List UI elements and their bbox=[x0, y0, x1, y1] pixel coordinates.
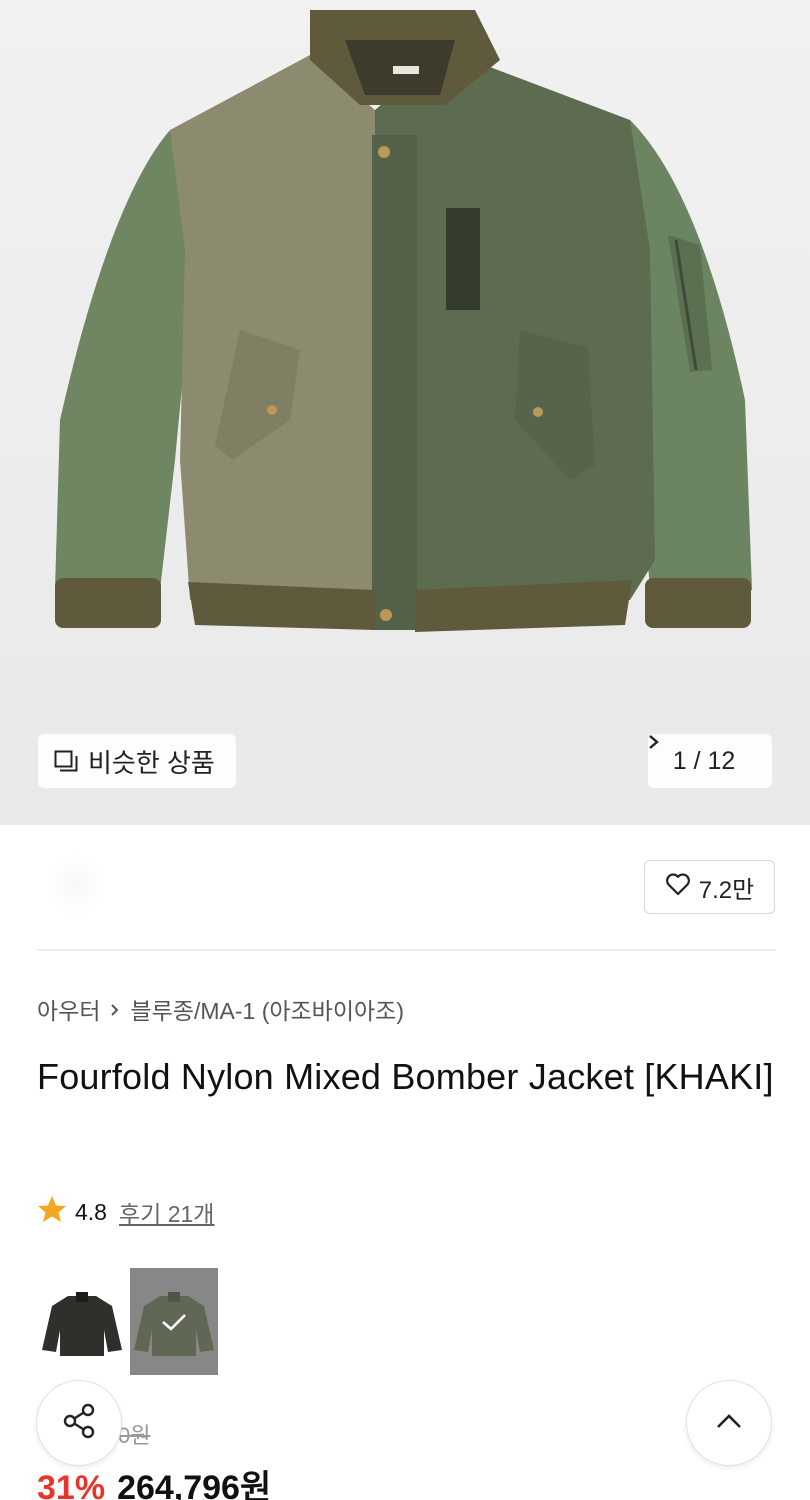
product-image-gallery[interactable]: 비슷한 상품 1 / 12 bbox=[0, 0, 810, 825]
share-button[interactable] bbox=[36, 1380, 122, 1466]
product-title: Fourfold Nylon Mixed Bomber Jacket [KHAK… bbox=[37, 1056, 774, 1097]
price-row: 31% 264,796원 bbox=[37, 1460, 271, 1500]
jacket-image bbox=[55, 10, 752, 632]
like-count: 7.2만 bbox=[698, 876, 755, 904]
swatch-khaki[interactable] bbox=[130, 1268, 218, 1375]
star-icon bbox=[37, 1195, 67, 1229]
breadcrumb-subcategory[interactable]: 블루종/MA-1 (아조바이아조) bbox=[130, 992, 404, 1026]
swatch-black[interactable] bbox=[38, 1268, 126, 1375]
rating-value: 4.8 bbox=[75, 1198, 107, 1225]
heart-icon bbox=[665, 872, 691, 903]
chevron-up-icon bbox=[715, 1412, 743, 1435]
black-jacket-thumbnail bbox=[42, 1292, 122, 1356]
product-page: 비슷한 상품 1 / 12 7.2만 아우터 블루종/MA-1 (아조바이아조)… bbox=[0, 0, 810, 1500]
color-swatches bbox=[38, 1268, 218, 1375]
scroll-to-top-button[interactable] bbox=[686, 1380, 772, 1466]
image-counter[interactable]: 1 / 12 bbox=[648, 734, 772, 788]
image-counter-text: 1 / 12 bbox=[672, 746, 736, 775]
original-price: 0원 bbox=[118, 1423, 151, 1448]
breadcrumb: 아우터 블루종/MA-1 (아조바이아조) bbox=[37, 992, 404, 1026]
similar-products-button[interactable]: 비슷한 상품 bbox=[38, 734, 236, 788]
discount-rate: 31% bbox=[37, 1469, 106, 1500]
like-button[interactable]: 7.2만 bbox=[644, 860, 775, 914]
sale-price: 264,796원 bbox=[117, 1469, 272, 1500]
chevron-right-icon bbox=[110, 996, 120, 1023]
check-icon bbox=[130, 1268, 218, 1375]
similar-products-label: 비슷한 상품 bbox=[88, 747, 215, 778]
image-stack-icon bbox=[54, 750, 78, 772]
review-link[interactable]: 후기 21개 bbox=[119, 1195, 214, 1229]
divider bbox=[36, 949, 776, 951]
brand-logo-placeholder bbox=[48, 852, 104, 918]
rating-row: 4.8 후기 21개 bbox=[37, 1195, 214, 1229]
breadcrumb-category[interactable]: 아우터 bbox=[37, 992, 100, 1026]
share-icon bbox=[59, 1401, 99, 1446]
